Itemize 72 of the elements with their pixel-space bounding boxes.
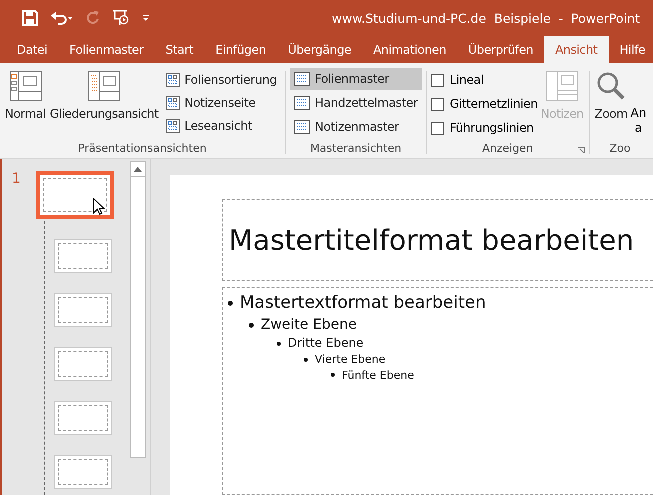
ribbon-tab[interactable]: Einfügen — [204, 36, 278, 63]
ribbon-tab[interactable]: Folienmaster — [58, 36, 155, 63]
view-button[interactable]: Leseansicht — [162, 115, 282, 137]
view-icon — [166, 96, 180, 110]
master-icon — [294, 96, 310, 110]
slide-number: 1 — [12, 171, 21, 187]
group-label: Zoo — [610, 142, 631, 157]
outline-view-button[interactable]: Gliederungsansicht — [49, 69, 160, 142]
bullet-text: Dritte Ebene — [288, 335, 364, 352]
title-placeholder[interactable]: Mastertitelformat bearbeiten — [222, 199, 653, 281]
normal-view-icon — [10, 71, 42, 101]
view-icon — [166, 119, 180, 133]
slide-thumbnail[interactable] — [54, 455, 112, 489]
view-button[interactable]: Foliensortierung — [162, 69, 282, 91]
ribbon-tab[interactable]: Überprüfen — [457, 36, 544, 63]
bullet-icon — [331, 373, 335, 378]
ribbon-tab[interactable]: Ansicht — [544, 36, 609, 63]
ribbon-tab[interactable]: Übergänge — [277, 36, 363, 63]
group-label: Masteransichten — [310, 142, 402, 157]
slide-thumbnail[interactable] — [54, 293, 112, 327]
bullet-text: Vierte Ebene — [315, 352, 386, 368]
slide-thumbnail[interactable] — [36, 171, 114, 219]
ribbon-tab[interactable]: Start — [154, 36, 205, 63]
slide-thumbnail[interactable] — [54, 239, 112, 273]
checkbox-label: Lineal — [450, 73, 484, 87]
view-button[interactable]: Notizenseite — [162, 92, 282, 114]
presentation-icon[interactable] — [112, 9, 130, 27]
customize-icon[interactable] — [142, 14, 150, 22]
save-icon[interactable] — [22, 10, 38, 26]
ruler-checkbox[interactable]: Lineal — [430, 69, 538, 91]
ruler-checkbox[interactable]: Gitternetzlinien — [430, 93, 538, 115]
zoom-button[interactable]: Zoom — [594, 69, 629, 142]
ruler-checkbox[interactable]: Führungslinien — [430, 117, 538, 139]
bullet-icon — [304, 358, 308, 362]
view-icon — [166, 73, 180, 87]
mouse-pointer-icon — [93, 198, 105, 216]
bullet-icon — [249, 323, 254, 328]
normal-view-button[interactable]: Normal — [4, 69, 48, 142]
checkbox-label: Führungslinien — [450, 121, 534, 135]
master-view-button[interactable]: Notizenmaster — [290, 116, 422, 138]
ribbon-tab[interactable]: Hilfe — [608, 36, 653, 63]
search-icon — [596, 71, 626, 101]
checkbox[interactable] — [430, 98, 444, 110]
undo-icon[interactable] — [50, 10, 74, 26]
text-placeholder[interactable]: Mastertextformat bearbeiten Zweite Ebene Dritte Ebene Vierte Ebene Fünfte Ebene — [222, 287, 653, 495]
scrollbar[interactable] — [130, 161, 146, 458]
outline-view-icon — [88, 71, 120, 101]
bullet-text: Fünfte Ebene — [342, 368, 414, 383]
ribbon-tab[interactable]: Datei — [6, 36, 59, 63]
bullet-text: Mastertextformat bearbeiten — [240, 292, 486, 315]
slide-thumbnail[interactable] — [54, 347, 112, 381]
slide-title: Mastertitelformat bearbeiten — [229, 224, 634, 256]
bullet-icon — [228, 301, 233, 306]
checkbox[interactable] — [430, 74, 444, 86]
notes-icon — [546, 71, 578, 101]
window-title: www.Studium-und-PC.de Beispiele - PowerPoint — [332, 10, 640, 26]
checkbox[interactable] — [430, 122, 444, 134]
master-icon — [294, 120, 310, 134]
up-arrow-icon — [134, 166, 142, 172]
group-label: Präsentationsansichten — [78, 142, 207, 157]
dialog-launcher-icon[interactable] — [578, 147, 585, 154]
fit-window-button[interactable]: An a — [630, 69, 647, 142]
group-label: Anzeigen — [482, 142, 534, 157]
redo-icon[interactable] — [86, 10, 100, 26]
ribbon-tab[interactable]: Animationen — [362, 36, 458, 63]
bullet-icon — [277, 342, 281, 346]
slide-thumbnail[interactable] — [54, 401, 112, 435]
master-view-button[interactable]: Handzettelmaster — [290, 92, 422, 114]
bullet-text: Zweite Ebene — [261, 316, 357, 335]
master-view-button[interactable]: Folienmaster — [290, 68, 422, 90]
checkbox-label: Gitternetzlinien — [450, 97, 538, 111]
master-icon — [294, 72, 310, 86]
